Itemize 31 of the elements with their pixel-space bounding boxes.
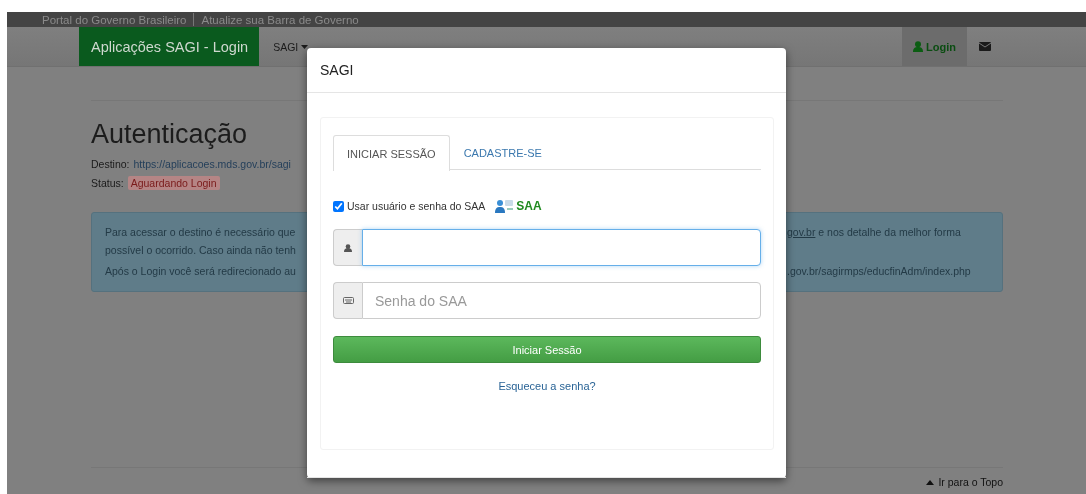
- alert-text: possível o ocorrido. Caso ainda não tenh: [105, 243, 297, 258]
- email-link[interactable]: gov.br: [787, 226, 816, 238]
- user-icon: [344, 243, 352, 252]
- alert-text: Para acessar o destino é necessário que: [105, 225, 297, 240]
- envelope-icon: [979, 42, 991, 51]
- tab[interactable]: INICIAR SESSÃO: [333, 135, 450, 171]
- password-field[interactable]: Senha do SAA: [362, 282, 761, 319]
- destination-link[interactable]: https://aplicacoes.mds.gov.br/sagi: [133, 158, 291, 170]
- up-arrow-icon: [926, 479, 935, 485]
- destination-label: Destino:: [91, 158, 130, 170]
- username-field[interactable]: [362, 229, 761, 266]
- alert-text: Após o Login você será redirecionado au: [105, 264, 297, 279]
- brand-link[interactable]: Aplicações SAGI - Login: [79, 27, 260, 66]
- forgot-password-link[interactable]: Esqueceu a senha?: [498, 380, 596, 392]
- keyboard-icon: [342, 297, 354, 304]
- users-icon: [494, 199, 515, 213]
- checkbox-label: Usar usuário e senha do SAA: [347, 200, 486, 212]
- gov-bar-link[interactable]: Atualize sua Barra de Governo: [201, 13, 359, 26]
- page-heading: Autenticação: [91, 119, 249, 150]
- status-badge: Aguardando Login: [127, 176, 220, 190]
- status-label: Status:: [91, 177, 124, 189]
- user-icon: [913, 41, 924, 52]
- saa-logo-text: SAA: [516, 199, 542, 213]
- back-to-top-link[interactable]: Ir para o Topo: [926, 476, 1003, 488]
- saa-checkbox[interactable]: [333, 200, 344, 212]
- sign-in-button[interactable]: Iniciar Sessão: [333, 336, 761, 363]
- alert-text: .gov.br/sagirmps/educfinAdm/index.php: [787, 264, 972, 279]
- tab[interactable]: CADASTRE-SE: [449, 135, 556, 170]
- alert-text: gov.br e nos detalhe da melhor forma: [787, 225, 962, 240]
- gov-bar-link[interactable]: Portal do Governo Brasileiro: [42, 13, 187, 26]
- dialog-title: SAGI: [307, 48, 786, 93]
